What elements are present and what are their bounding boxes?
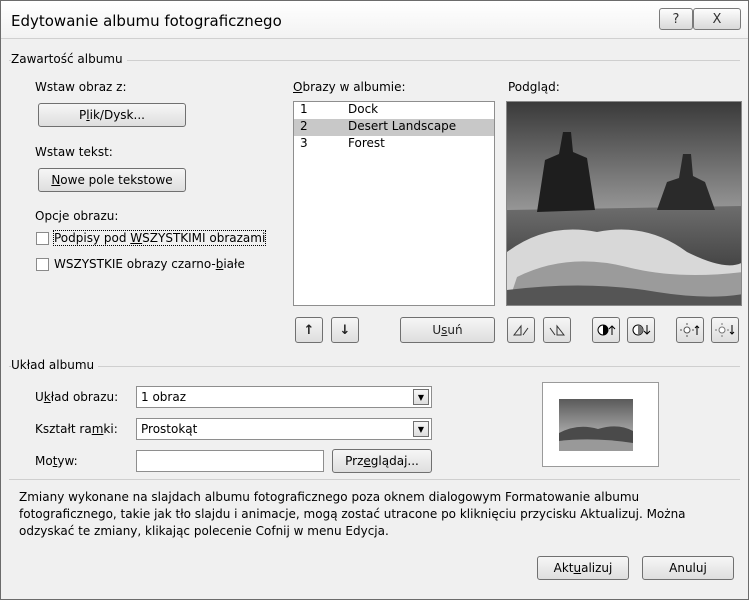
help-button[interactable]: ? <box>659 8 693 30</box>
move-up-button[interactable]: ↑ <box>295 317 323 343</box>
content-group-label: Zawartość albumu <box>11 52 127 66</box>
layout-group-label: Układ albumu <box>11 358 99 372</box>
move-down-button[interactable]: ↓ <box>331 317 359 343</box>
captions-checkbox-label: Podpisy pod WSZYSTKIMI obrazami <box>52 230 267 246</box>
footer-divider <box>9 479 740 480</box>
preview-image <box>506 101 742 306</box>
theme-input[interactable] <box>136 450 324 472</box>
close-icon: X <box>712 11 722 27</box>
theme-label: Motyw: <box>35 454 78 468</box>
new-text-box-button[interactable]: Nowe pole tekstowe <box>38 168 186 192</box>
album-pictures-list[interactable]: 1 Dock 2 Desert Landscape 3 Forest <box>293 101 495 306</box>
picture-layout-select[interactable]: 1 obraz ▼ <box>136 386 432 408</box>
brightness-up-icon <box>680 323 700 337</box>
info-text: Zmiany wykonane na slajdach albumu fotog… <box>19 490 686 538</box>
dialog-window: Edytowanie albumu fotograficznego ? X Za… <box>0 0 749 600</box>
browse-button[interactable]: Prz e glądaj... <box>332 449 432 473</box>
contrast-up-icon <box>597 324 616 336</box>
cancel-button[interactable]: Anuluj <box>642 556 734 580</box>
insert-picture-label: Wstaw obraz z: <box>35 80 127 94</box>
contrast-up-button[interactable] <box>592 317 620 343</box>
chevron-down-icon[interactable]: ▼ <box>413 389 429 405</box>
layout-preview-image <box>542 382 659 467</box>
close-button[interactable]: X <box>693 8 741 30</box>
list-item[interactable]: 3 Forest <box>294 136 494 153</box>
black-white-checkbox[interactable]: WSZYSTKIE obrazy czarno-białe <box>36 257 245 271</box>
arrow-up-icon: ↑ <box>303 322 315 338</box>
title-bar: Edytowanie albumu fotograficznego ? X <box>1 1 748 39</box>
layout-thumbnail <box>559 399 633 451</box>
insert-text-label: Wstaw tekst: <box>35 145 113 159</box>
brightness-up-button[interactable] <box>676 317 704 343</box>
list-item[interactable]: 1 Dock <box>294 102 494 119</box>
rotate-left-button[interactable] <box>507 317 535 343</box>
contrast-down-button[interactable] <box>627 317 655 343</box>
preview-label: Podgląd: <box>508 80 560 94</box>
checkbox-box[interactable] <box>36 231 49 245</box>
update-button[interactable]: Akt u alizuj <box>537 556 629 580</box>
rotate-left-icon <box>512 324 529 336</box>
frame-shape-label: Kształt ramki: <box>35 422 118 436</box>
captions-checkbox[interactable]: Podpisy pod WSZYSTKIMI obrazami <box>36 230 267 246</box>
remove-button[interactable]: Us uń <box>400 317 495 343</box>
brightness-down-button[interactable] <box>711 317 739 343</box>
window-title: Edytowanie albumu fotograficznego <box>11 12 282 30</box>
desert-landscape-image <box>507 102 741 305</box>
list-item[interactable]: 2 Desert Landscape <box>294 119 494 136</box>
brightness-down-icon <box>715 323 735 337</box>
layout-group-line <box>9 366 740 367</box>
checkbox-box[interactable] <box>36 257 49 271</box>
black-white-checkbox-label: WSZYSTKIE obrazy czarno-białe <box>54 257 245 271</box>
chevron-down-icon[interactable]: ▼ <box>413 421 429 437</box>
contrast-down-icon <box>632 324 651 336</box>
rotate-right-button[interactable] <box>543 317 571 343</box>
album-pictures-label: Obrazy w albumie: <box>293 80 406 94</box>
rotate-right-icon <box>549 324 566 336</box>
picture-options-label: Opcje obrazu: <box>35 209 119 223</box>
frame-shape-select[interactable]: Prostokąt ▼ <box>136 418 432 440</box>
arrow-down-icon: ↓ <box>339 322 351 338</box>
picture-layout-label: Układ obrazu: <box>35 390 119 404</box>
file-disk-button[interactable]: Pl ik/Dysk... <box>38 103 186 127</box>
help-icon: ? <box>672 11 680 27</box>
